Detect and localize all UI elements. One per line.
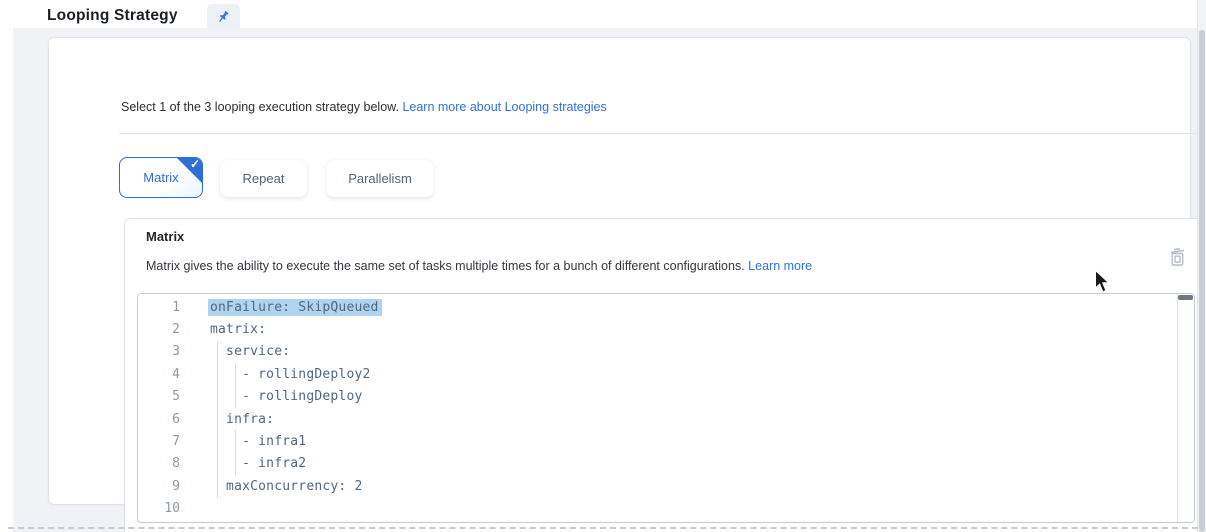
line-number: 10 [138,501,180,516]
line-number: 6 [138,412,180,427]
code-line[interactable]: 10 [138,498,1194,520]
code-text[interactable]: infra: [210,412,274,427]
strategy-card: Select 1 of the 3 looping execution stra… [48,37,1191,505]
tab-parallelism-label: Parallelism [348,171,412,186]
trash-icon [1169,247,1186,270]
page-scrollbar-track[interactable] [1197,0,1206,532]
looping-strategies-link[interactable]: Learn more about Looping strategies [402,100,606,114]
line-number: 1 [138,300,180,315]
code-line[interactable]: 4 - rollingDeploy2 [138,363,1194,385]
yaml-editor[interactable]: 1 onFailure: SkipQueued 2 matrix: 3 service:… [137,293,1195,523]
line-number: 4 [138,367,180,382]
code-line[interactable]: 5 - rollingDeploy [138,386,1194,408]
code-line[interactable]: 7 - infra1 [138,430,1194,452]
code-line[interactable]: 6 infra: [138,408,1194,430]
code-line[interactable]: 9 maxConcurrency: 2 [138,475,1194,497]
code-text[interactable]: maxConcurrency: 2 [210,479,363,494]
matrix-panel-title: Matrix [146,229,184,244]
line-number: 3 [138,344,180,359]
tab-repeat-label: Repeat [243,171,285,186]
line-number: 2 [138,322,180,337]
matrix-panel-description: Matrix gives the ability to execute the … [146,259,812,273]
intro-sentence: Select 1 of the 3 looping execution stra… [121,100,399,114]
matrix-learn-more-link[interactable]: Learn more [748,259,812,273]
code-text-selected[interactable]: onFailure: SkipQueued [208,299,382,316]
pin-button[interactable] [207,4,240,31]
intro-text: Select 1 of the 3 looping execution stra… [121,100,607,114]
code-line[interactable]: 2 matrix: [138,318,1194,340]
editor-scrollbar-track[interactable] [1177,294,1194,522]
line-number: 7 [138,434,180,449]
editor-scrollbar-thumb[interactable] [1178,295,1193,300]
code-line[interactable]: 3 service: [138,341,1194,363]
section-dashed-divider [8,527,1198,529]
intro-divider [119,133,1206,134]
indent-guide [235,363,236,408]
editor-lines: 1 onFailure: SkipQueued 2 matrix: 3 service:… [138,296,1194,520]
code-line[interactable]: 1 onFailure: SkipQueued [138,296,1194,318]
selected-corner: ✓ [176,157,203,184]
tab-matrix-label: Matrix [143,170,178,185]
code-text[interactable]: - infra2 [210,456,306,471]
tab-parallelism[interactable]: Parallelism [326,160,434,197]
indent-guide [217,341,218,498]
code-line[interactable]: 8 - infra2 [138,453,1194,475]
delete-strategy-button[interactable] [1163,243,1191,273]
code-text[interactable]: service: [210,344,290,359]
page-scrollbar-thumb[interactable] [1199,30,1205,532]
code-text[interactable]: - rollingDeploy [210,389,363,404]
line-number: 8 [138,456,180,471]
tab-repeat[interactable]: Repeat [220,160,307,197]
check-icon: ✓ [190,157,200,171]
tab-matrix[interactable]: Matrix ✓ [119,157,203,198]
line-number: 9 [138,479,180,494]
matrix-description-text: Matrix gives the ability to execute the … [146,259,745,273]
looping-strategy-screen: Looping Strategy Select 1 of the 3 loopi… [0,0,1206,532]
code-text[interactable]: matrix: [210,322,266,337]
page-title: Looping Strategy [47,7,178,25]
code-text[interactable]: - infra1 [210,434,306,449]
line-number: 5 [138,389,180,404]
pushpin-icon [216,9,231,27]
indent-guide [235,430,236,475]
